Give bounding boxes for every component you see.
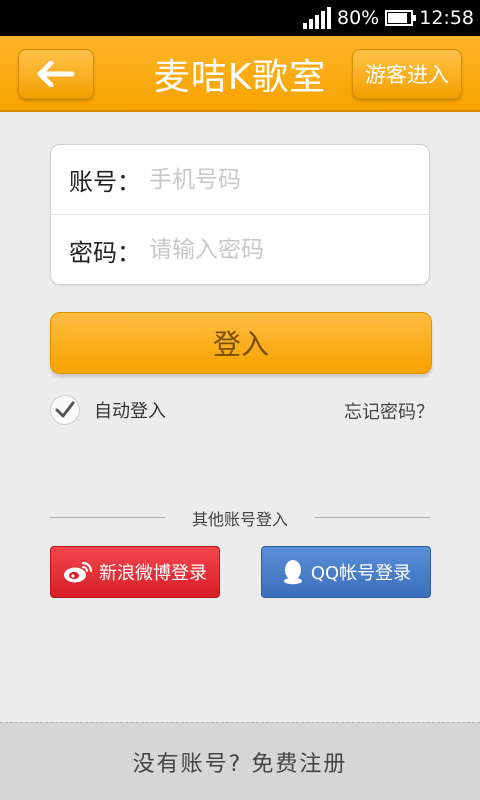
weibo-icon: [64, 561, 93, 583]
status-bar-right: 80% 12:58: [303, 0, 474, 36]
account-input[interactable]: [149, 166, 409, 193]
arrow-left-icon: [37, 61, 75, 87]
battery-text: 80%: [337, 7, 380, 29]
register-link[interactable]: 没有账号? 免费注册: [0, 722, 480, 800]
signal-icon: [303, 7, 331, 29]
auto-login-toggle[interactable]: 自动登入: [50, 394, 166, 426]
weibo-login-label: 新浪微博登录: [99, 563, 207, 584]
account-label: 账号：: [69, 168, 141, 196]
weibo-login-button[interactable]: 新浪微博登录: [50, 546, 220, 598]
qq-login-label: QQ帐号登录: [310, 563, 412, 584]
password-row: 密码：: [51, 215, 429, 285]
auto-login-checkbox[interactable]: [50, 395, 80, 425]
check-icon: [55, 401, 75, 418]
app-header: 麦咭K歌室 游客进入: [0, 36, 480, 112]
qq-login-button[interactable]: QQ帐号登录: [261, 546, 431, 598]
status-bar: 80% 12:58: [0, 0, 480, 36]
auto-login-label: 自动登入: [94, 401, 166, 422]
forgot-password-link[interactable]: 忘记密码？: [344, 398, 434, 424]
divider-line-right: [315, 517, 430, 518]
login-button[interactable]: 登入: [50, 312, 432, 374]
qq-penguin-icon: [283, 560, 302, 585]
other-login-divider: 其他账号登入: [50, 506, 430, 529]
password-label: 密码：: [69, 238, 141, 267]
back-button[interactable]: [18, 49, 94, 99]
page-title: 麦咭K歌室: [153, 57, 327, 98]
login-form: 账号： 密码：: [50, 144, 430, 285]
clock: 12:58: [419, 7, 474, 29]
password-input[interactable]: [149, 237, 409, 263]
battery-icon: [385, 10, 417, 26]
account-row: 账号：: [51, 145, 429, 215]
other-login-title: 其他账号登入: [191, 510, 288, 529]
guest-enter-button[interactable]: 游客进入: [352, 49, 462, 99]
